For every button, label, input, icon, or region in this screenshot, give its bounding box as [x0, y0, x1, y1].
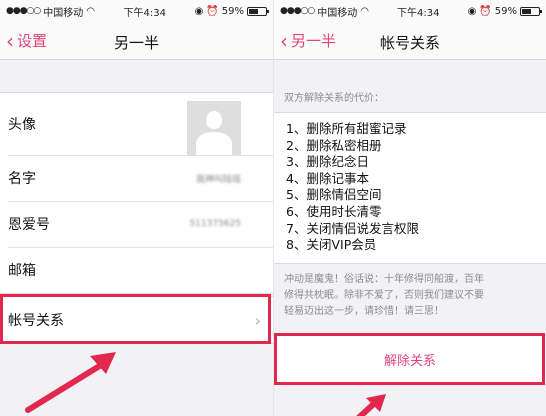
name-label: 名字 [8, 171, 36, 187]
battery-percent: 59% [221, 5, 244, 17]
rotation-lock-icon: ◉ [467, 5, 477, 17]
note-line: 修得共枕眠。除非不爱了，否则我们建议不要 [284, 290, 484, 301]
love-id-value: 511375625 [189, 219, 241, 229]
navigation-bar: ‹ 另一半 帐号关系 [274, 22, 546, 60]
wifi-icon: ◠ [86, 5, 95, 17]
list-item: 8、关闭VIP会员 [286, 237, 377, 253]
battery-fill [521, 8, 532, 14]
battery-percent: 59% [494, 5, 517, 17]
highlight-box [0, 294, 271, 344]
email-label: 邮箱 [8, 263, 36, 279]
page-title: 另一半 [113, 34, 159, 52]
carrier-label: 中国移动 [43, 7, 84, 19]
status-bar: ●●●○○ 中国移动 ◠ 下午4:34 ◉ ⏰ 59% [0, 0, 273, 22]
avatar-placeholder-body [196, 132, 232, 155]
pointer-arrow-icon [25, 352, 116, 413]
email-row[interactable]: 邮箱 [0, 247, 273, 293]
list-item: 3、删除纪念日 [286, 154, 369, 170]
avatar[interactable] [187, 101, 241, 155]
carrier-label: 中国移动 [317, 7, 358, 19]
clock: 下午4:34 [397, 7, 440, 19]
status-bar: ●●●○○ 中国移动 ◠ 下午4:34 ◉ ⏰ 59% [274, 0, 546, 22]
navigation-bar: ‹ 设置 另一半 [0, 22, 273, 60]
name-row[interactable]: 名字 我神叫陆瑶 [0, 155, 273, 201]
highlight-box [274, 333, 545, 385]
love-id-label: 恩爱号 [8, 217, 50, 233]
section-header: 双方解除关系的代价： [284, 93, 384, 104]
list-item: 7、关闭情侣说发言权限 [286, 220, 419, 236]
warning-note: 冲动是魔鬼！俗话说：十年修得同船渡，百年 修得共枕眠。除非不爱了，否则我们建议不… [284, 272, 538, 320]
right-screen: ●●●○○ 中国移动 ◠ 下午4:34 ◉ ⏰ 59% ‹ 另一半 帐号关系 双… [273, 0, 546, 416]
list-item: 1、删除所有甜蜜记录 [286, 121, 407, 136]
list-item: 2、删除私密相册 [286, 137, 382, 153]
list-item: 5、删除情侣空间 [286, 187, 382, 203]
rotation-lock-icon: ◉ [194, 5, 204, 17]
signal-icon: ●●●○○ [280, 6, 315, 16]
left-screen: ●●●○○ 中国移动 ◠ 下午4:34 ◉ ⏰ 59% ‹ 设置 另一半 头像 … [0, 0, 273, 416]
cost-list: 1、删除所有甜蜜记录 2、删除私密相册 3、删除纪念日 4、删除记事本 5、删除… [274, 112, 546, 264]
wifi-icon: ◠ [360, 5, 369, 17]
pointer-arrow-icon [356, 394, 386, 416]
alarm-icon: ⏰ [479, 5, 492, 17]
page-title: 帐号关系 [379, 34, 440, 52]
name-value: 我神叫陆瑶 [195, 174, 241, 185]
battery-fill [248, 8, 259, 14]
note-line: 轻易迈出这一步，请珍惜！请三思！ [284, 306, 444, 317]
battery-icon [519, 6, 542, 16]
clock: 下午4:34 [123, 7, 167, 19]
list-item: 6、使用时长清零 [286, 203, 382, 219]
avatar-label: 头像 [8, 117, 36, 133]
avatar-placeholder-icon [206, 111, 222, 129]
profile-group: 头像 名字 我神叫陆瑶 恩爱号 511375625 邮箱 [0, 92, 273, 294]
battery-icon [246, 6, 269, 16]
avatar-row[interactable]: 头像 [0, 93, 273, 155]
list-item: 4、删除记事本 [286, 170, 369, 186]
love-id-row[interactable]: 恩爱号 511375625 [0, 201, 273, 247]
alarm-icon: ⏰ [206, 5, 219, 17]
signal-icon: ●●●○○ [6, 6, 41, 16]
note-line: 冲动是魔鬼！俗话说：十年修得同船渡，百年 [284, 274, 484, 285]
